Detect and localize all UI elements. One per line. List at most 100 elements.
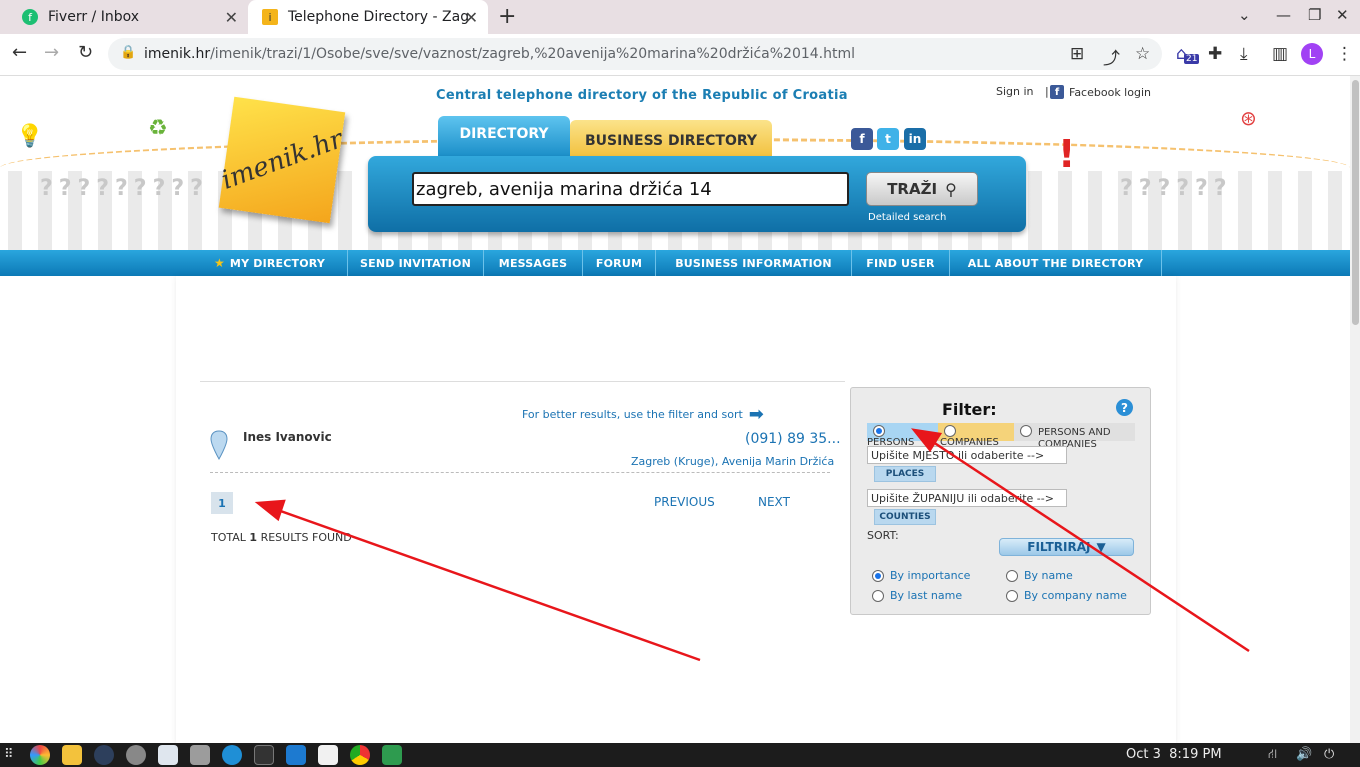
imenik-logo[interactable]: imenik.hr (217, 96, 347, 224)
color-picker-app-icon[interactable] (30, 745, 50, 765)
pagination-page-1[interactable]: 1 (211, 492, 233, 514)
app-grid-icon[interactable]: ⠿ (4, 747, 14, 762)
facebook-icon[interactable]: f (851, 128, 873, 150)
help-icon[interactable]: ? (1116, 399, 1133, 416)
result-address[interactable]: Zagreb (Kruge), Avenija Marin Držića (631, 455, 834, 468)
menu-send-invitation[interactable]: SEND INVITATION (348, 250, 484, 276)
new-tab-icon[interactable]: + (498, 4, 516, 29)
recycle-icon: ♻ (148, 116, 168, 141)
network-icon[interactable]: ⛙ (1268, 747, 1277, 764)
sign-in-link[interactable]: Sign in | (996, 85, 1049, 98)
sort-name-radio[interactable] (1006, 569, 1018, 582)
bookmark-star-icon[interactable]: ☆ (1135, 44, 1150, 64)
taskbar-date: Oct 3 (1126, 747, 1161, 762)
settings-app-icon[interactable] (126, 745, 146, 765)
sort-by-name[interactable]: By name (1006, 569, 1073, 582)
pagination-next[interactable]: NEXT (758, 495, 790, 509)
filter-button-label: FILTRIRAJ (1027, 540, 1091, 554)
filter-tab-persons-and-companies[interactable]: PERSONS AND COMPANIES (1014, 423, 1135, 450)
tab-business-directory[interactable]: BUSINESS DIRECTORY (570, 120, 772, 158)
terminal-app-icon[interactable] (254, 745, 274, 765)
persons-and-companies-radio[interactable] (1020, 425, 1032, 437)
close-tab-icon[interactable]: ✕ (225, 8, 238, 27)
menu-messages[interactable]: MESSAGES (484, 250, 583, 276)
sort-last-name-radio[interactable] (872, 589, 884, 602)
total-results: TOTAL 1 RESULTS FOUND (211, 531, 352, 544)
filter-tab-persons[interactable]: PERSONS (867, 423, 938, 448)
sort-option-label: By last name (890, 589, 963, 602)
result-name[interactable]: Ines Ivanovic (243, 430, 332, 444)
divider (200, 381, 845, 382)
close-window-icon[interactable]: ✕ (1336, 6, 1349, 24)
side-panel-icon[interactable]: ▥ (1272, 44, 1288, 64)
back-arrow-icon[interactable]: ← (12, 42, 27, 63)
edge-app-icon[interactable] (222, 745, 242, 765)
pagination-previous[interactable]: PREVIOUS (654, 495, 715, 509)
total-suffix: RESULTS FOUND (260, 531, 352, 544)
menu-my-directory[interactable]: ★ MY DIRECTORY (192, 250, 348, 276)
notes-app-icon[interactable] (62, 745, 82, 765)
sort-company-radio[interactable] (1006, 589, 1018, 602)
detailed-search-link[interactable]: Detailed search (868, 212, 946, 223)
menu-business-information[interactable]: BUSINESS INFORMATION (656, 250, 852, 276)
scrollbar-thumb[interactable] (1352, 80, 1359, 325)
sort-label: SORT: (867, 529, 899, 542)
chrome-app-icon[interactable] (350, 745, 370, 765)
sort-by-importance[interactable]: By importance (872, 569, 970, 582)
search-icon: ⚲ (945, 179, 957, 199)
files-app-icon[interactable] (190, 745, 210, 765)
browser-tab-imenik[interactable]: i Telephone Directory - Zag ✕ (248, 0, 488, 34)
document-viewer-app-icon[interactable] (158, 745, 178, 765)
minimize-icon[interactable]: — (1276, 6, 1291, 24)
facebook-login-link[interactable]: f Facebook login (1050, 85, 1151, 99)
filter-tab-companies[interactable]: COMPANIES (938, 423, 1014, 448)
menu-find-user[interactable]: FIND USER (852, 250, 950, 276)
text-editor-app-icon[interactable] (318, 745, 338, 765)
tab-search-chevron-icon[interactable]: ⌄ (1238, 6, 1251, 24)
sort-by-last-name[interactable]: By last name (872, 589, 962, 602)
filter-hint-link[interactable]: For better results, use the filter and s… (522, 404, 764, 425)
search-input[interactable] (412, 172, 849, 206)
menu-all-about[interactable]: ALL ABOUT THE DIRECTORY (950, 250, 1162, 276)
place-input[interactable]: Upišite MJESTO ili odaberite --> (867, 446, 1067, 464)
extension-house-icon[interactable]: ⌂ 21 (1176, 44, 1200, 64)
map-pin-icon[interactable] (210, 430, 228, 460)
sort-option-label: By name (1024, 569, 1073, 582)
extensions-puzzle-icon[interactable]: ✚ (1208, 44, 1222, 64)
arrow-right-icon: ➡ (748, 404, 764, 425)
filter-submit-button[interactable]: FILTRIRAJ ▼ (999, 538, 1134, 556)
close-tab-icon[interactable]: ✕ (465, 8, 478, 27)
power-icon[interactable]: ⏻ (1324, 747, 1334, 762)
taskbar-clock[interactable]: Oct 3 8:19 PM (1126, 747, 1222, 762)
maximize-icon[interactable]: ❐ (1308, 6, 1321, 24)
spreadsheet-app-icon[interactable] (382, 745, 402, 765)
county-input[interactable]: Upišite ŽUPANIJU ili odaberite --> (867, 489, 1067, 507)
download-icon[interactable]: ⤓ (1240, 44, 1248, 64)
sort-by-company-name[interactable]: By company name (1006, 589, 1127, 602)
menu-forum[interactable]: FORUM (583, 250, 656, 276)
share-icon[interactable]: ⤴ (1103, 44, 1120, 69)
url-host: imenik.hr (144, 46, 211, 62)
system-monitor-app-icon[interactable] (94, 745, 114, 765)
linkedin-icon[interactable]: in (904, 128, 926, 150)
search-button[interactable]: TRAŽI ⚲ (866, 172, 978, 206)
counties-button[interactable]: COUNTIES (874, 509, 936, 525)
translate-icon[interactable]: ⊞ (1070, 44, 1084, 64)
separator: | (1045, 85, 1049, 98)
result-phone[interactable]: (091) 89 35... (745, 431, 841, 447)
lock-icon[interactable]: 🔒 (120, 45, 136, 60)
twitter-icon[interactable]: t (877, 128, 899, 150)
address-bar[interactable]: 🔒 imenik.hr/imenik/trazi/1/Osobe/sve/sve… (108, 38, 1162, 70)
volume-icon[interactable]: 🔊 (1296, 747, 1312, 762)
browser-tab-fiverr[interactable]: f Fiverr / Inbox ✕ (8, 0, 248, 34)
reload-icon[interactable]: ↻ (78, 42, 93, 63)
vscode-app-icon[interactable] (286, 745, 306, 765)
tab-directory[interactable]: DIRECTORY (438, 116, 570, 156)
persons-radio[interactable] (873, 425, 885, 437)
sort-importance-radio[interactable] (872, 569, 884, 582)
browser-menu-icon[interactable]: ⋮ (1336, 44, 1353, 64)
companies-radio[interactable] (944, 425, 956, 437)
forward-arrow-icon[interactable]: → (44, 42, 59, 63)
places-button[interactable]: PLACES (874, 466, 936, 482)
profile-avatar[interactable]: L (1301, 43, 1323, 65)
